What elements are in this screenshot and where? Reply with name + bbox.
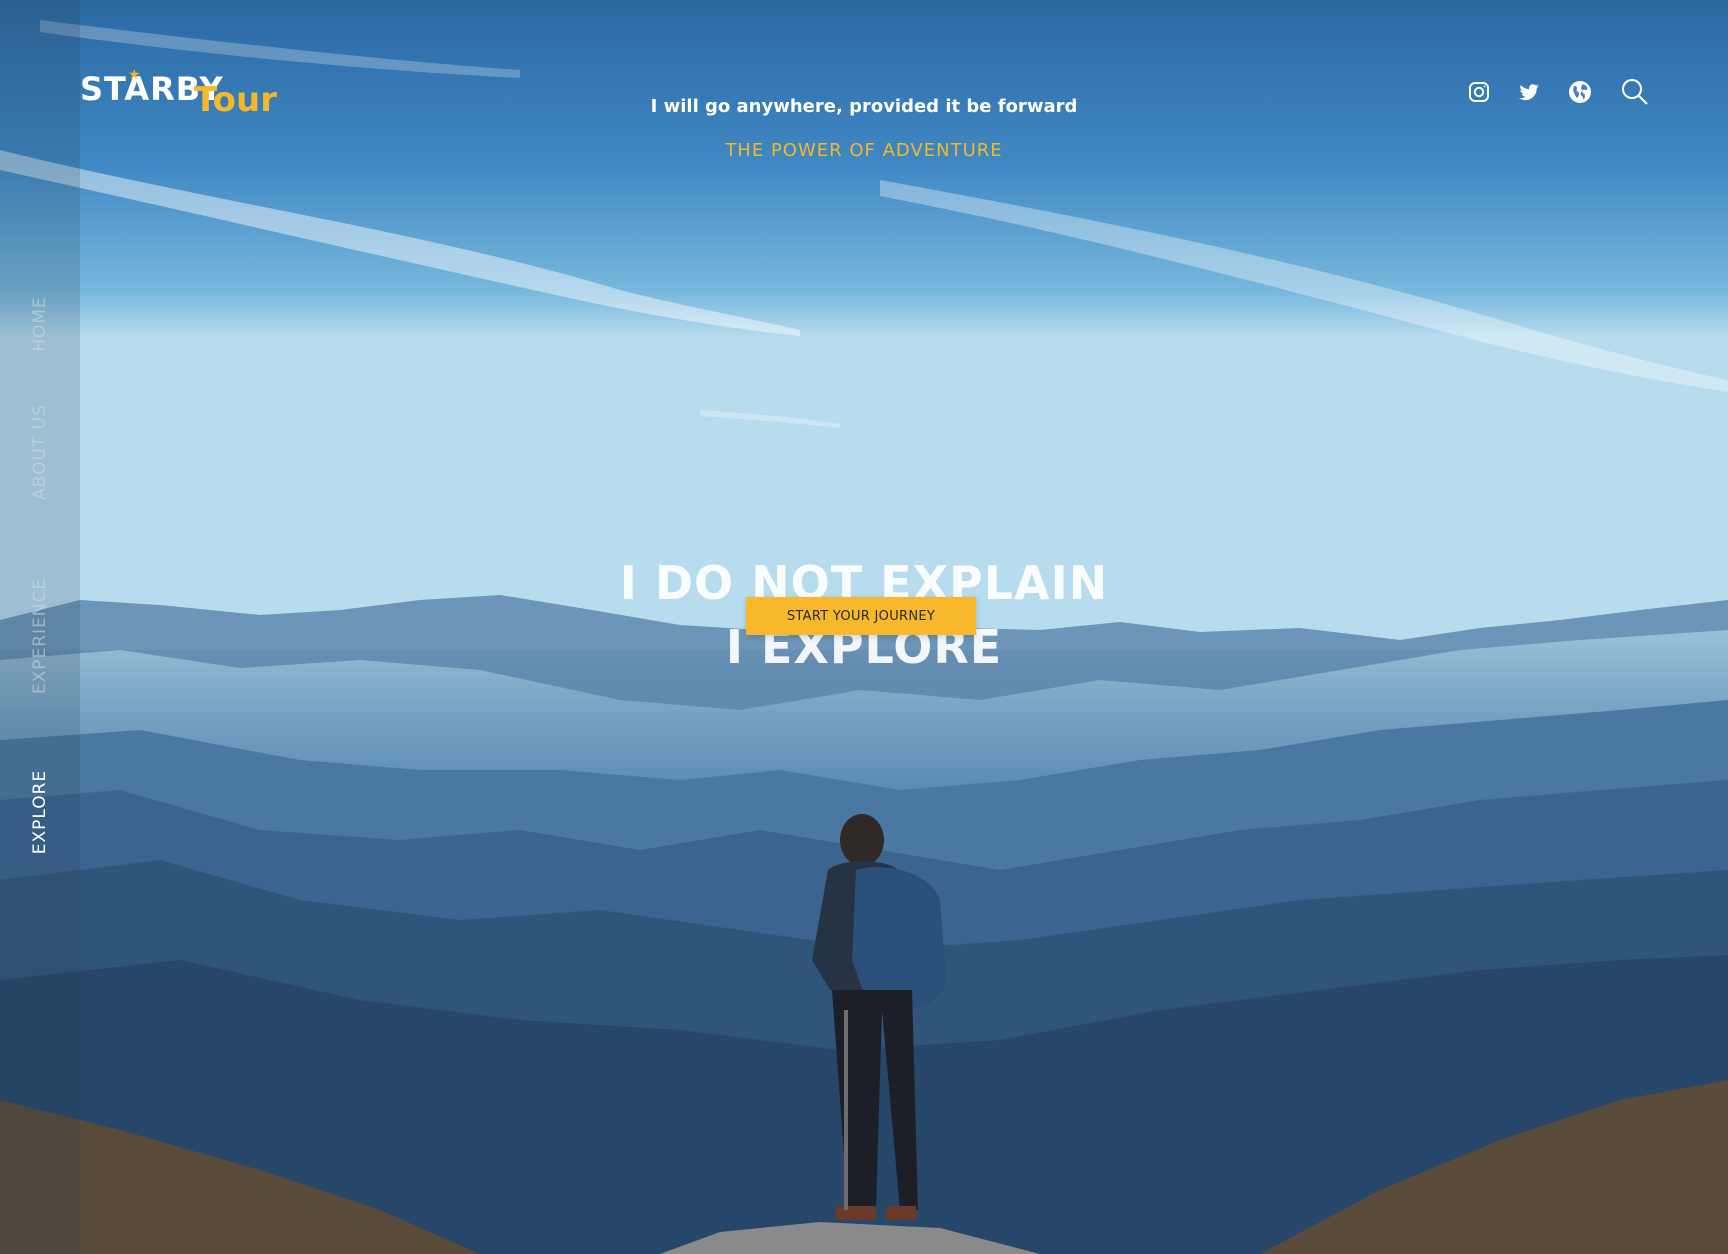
twitter-icon[interactable] [1513,76,1545,108]
star-icon: ★ [128,66,141,82]
sidebar-item-about-us[interactable]: ABOUT US [30,404,50,500]
hero-subtagline: THE POWER OF ADVENTURE [725,140,1003,161]
hero-section: HOME ABOUT US EXPERIENCE EXPLORE STARBY … [0,0,1728,1254]
sidebar-item-home[interactable]: HOME [30,296,50,352]
globe-icon[interactable] [1564,76,1596,108]
sidebar-item-explore[interactable]: EXPLORE [30,770,50,854]
start-journey-button[interactable]: START YOUR JOURNEY [746,597,976,635]
instagram-icon[interactable] [1463,76,1495,108]
search-icon[interactable] [1618,76,1650,108]
